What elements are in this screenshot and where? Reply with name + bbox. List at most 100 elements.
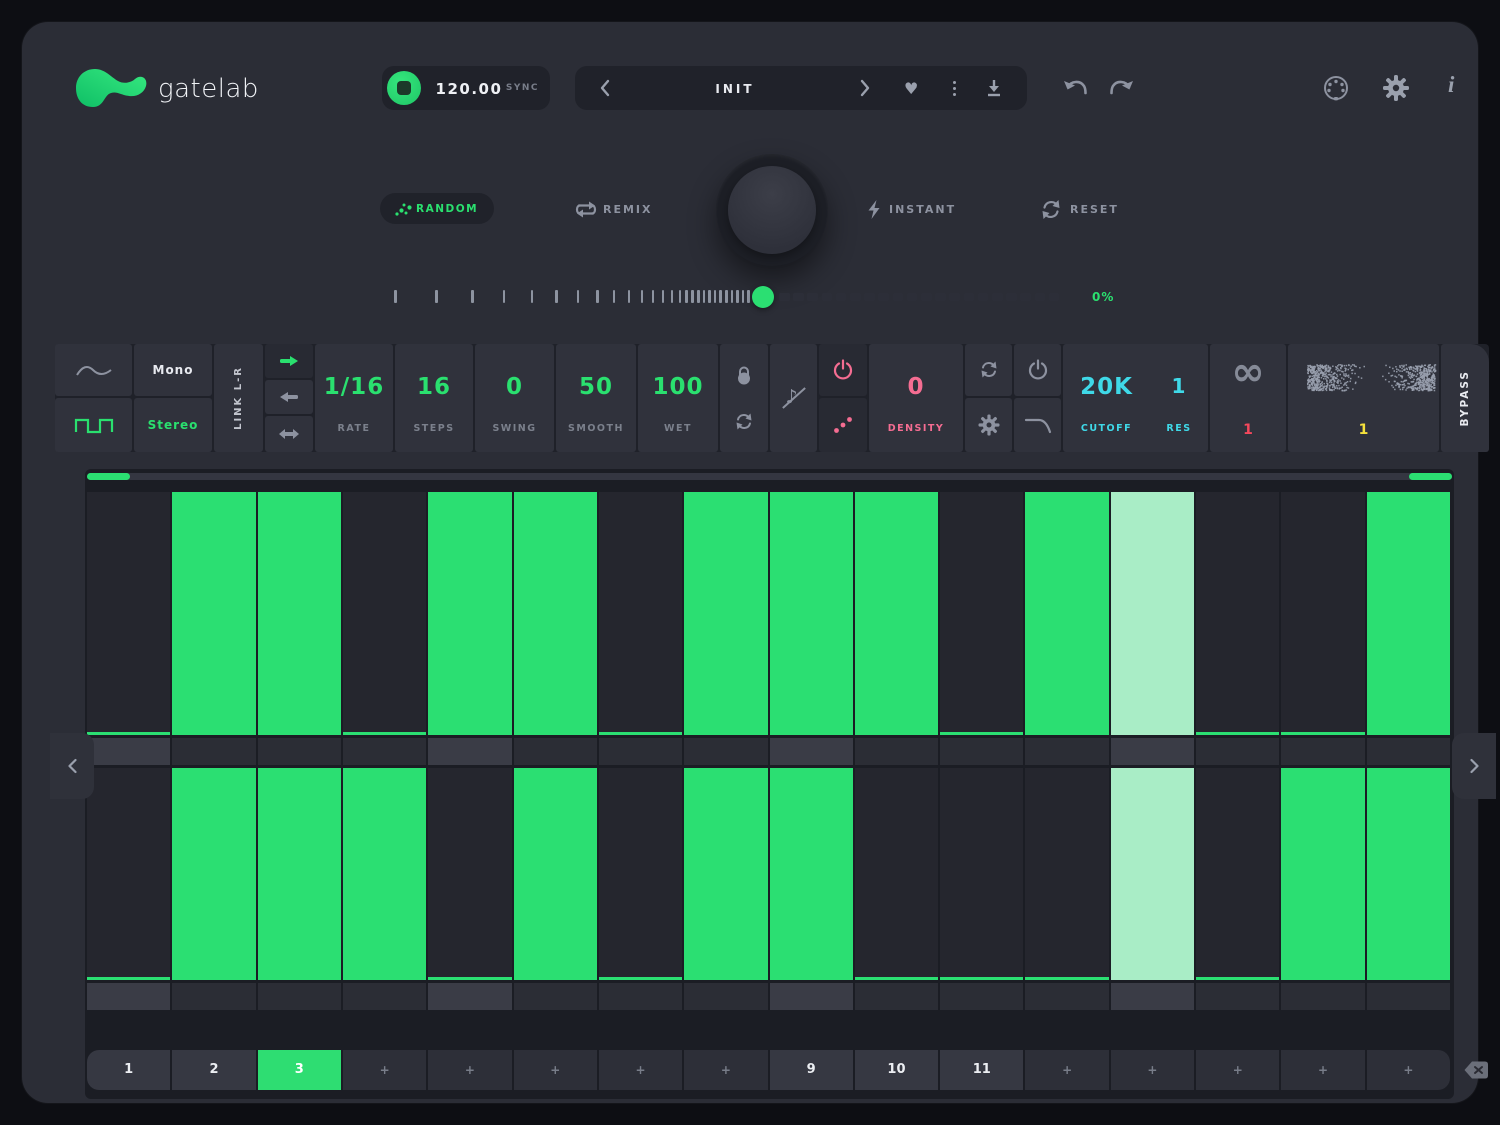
seq-step-bottom-12[interactable] [1025,768,1108,980]
pattern-slot-3[interactable]: 3 [258,1050,341,1090]
seq-step-top-14[interactable] [1196,492,1279,735]
pattern-slot-13[interactable]: + [1111,1050,1194,1090]
stereo-button[interactable]: Stereo [134,398,212,452]
seq-step-bottom-6[interactable] [514,768,597,980]
reset-button[interactable]: RESET [1070,203,1119,216]
pattern-slot-4[interactable]: + [343,1050,426,1090]
reseed-icon[interactable] [734,412,754,432]
cutoff-res-control[interactable]: 20K CUTOFF 1 RES [1063,344,1208,452]
seq-step-top-7[interactable] [599,492,682,735]
pattern-slot-12[interactable]: + [1025,1050,1108,1090]
instant-button[interactable]: INSTANT [889,203,956,216]
settings-gear-icon[interactable] [1382,74,1410,102]
swing-control[interactable]: 0 SWING [475,344,554,452]
seq-step-bottom-5[interactable] [428,768,511,980]
density-power-button[interactable] [819,344,867,396]
wave-sine-cell[interactable] [55,344,132,396]
seq-step-bottom-14[interactable] [1196,768,1279,980]
seq-step-top-13[interactable] [1111,492,1194,735]
midi-icon[interactable] [1322,74,1350,102]
preset-name[interactable]: INIT [665,82,805,96]
preset-menu-icon[interactable] [953,78,957,99]
pattern-slot-7[interactable]: + [599,1050,682,1090]
remix-icon[interactable] [573,201,599,218]
seq-step-bottom-13[interactable] [1111,768,1194,980]
seq-step-top-12[interactable] [1025,492,1108,735]
pattern-slot-15[interactable]: + [1281,1050,1364,1090]
seq-step-bottom-10[interactable] [855,768,938,980]
random-button[interactable]: RANDOM [380,193,494,224]
link-lr-button[interactable]: LINK L-R [214,344,263,452]
wave-square-cell[interactable] [55,398,132,452]
direction-pingpong-button[interactable] [265,416,313,452]
rate-control[interactable]: 1/16 RATE [315,344,393,452]
pattern-slot-10[interactable]: 10 [855,1050,938,1090]
favorite-icon[interactable]: ♥ [904,79,918,98]
save-download-icon[interactable] [985,78,1003,97]
seq-step-bottom-11[interactable] [940,768,1023,980]
seq-step-bottom-2[interactable] [172,768,255,980]
seq-step-top-9[interactable] [770,492,853,735]
steps-control[interactable]: 16 STEPS [395,344,473,452]
info-icon[interactable]: i [1448,72,1454,98]
range-end-handle[interactable] [1409,473,1452,480]
pattern-slot-5[interactable]: + [428,1050,511,1090]
seq-step-bottom-4[interactable] [343,768,426,980]
scroll-right-tab[interactable] [1452,733,1496,799]
mono-button[interactable]: Mono [134,344,212,396]
smooth-control[interactable]: 50 SMOOTH [556,344,636,452]
seq-step-bottom-7[interactable] [599,768,682,980]
direction-forward-button[interactable] [265,344,313,378]
seq-step-bottom-3[interactable] [258,768,341,980]
seq-step-top-8[interactable] [684,492,767,735]
pattern-slot-16[interactable]: + [1367,1050,1450,1090]
seq-step-bottom-1[interactable] [87,768,170,980]
filter-cycle-button[interactable] [965,344,1012,396]
scroll-left-tab[interactable] [50,733,94,799]
density-dots-button[interactable] [819,398,867,452]
note-mute-cell[interactable]: ♪ [770,344,817,452]
pattern-slot-14[interactable]: + [1196,1050,1279,1090]
range-start-handle[interactable] [87,473,130,480]
seq-step-top-16[interactable] [1367,492,1450,735]
infinity-cell[interactable]: ∞ 1 [1210,344,1286,452]
stop-button[interactable] [387,71,421,105]
seq-step-top-5[interactable] [428,492,511,735]
wet-control[interactable]: 100 WET [638,344,718,452]
preset-next-icon[interactable] [859,79,871,97]
seq-step-bottom-15[interactable] [1281,768,1364,980]
sync-toggle[interactable]: SYNC [506,83,539,93]
seq-step-top-1[interactable] [87,492,170,735]
pattern-slot-2[interactable]: 2 [172,1050,255,1090]
main-knob[interactable] [716,154,828,266]
pattern-slot-1[interactable]: 1 [87,1050,170,1090]
filter-settings-button[interactable] [965,398,1012,452]
instant-lightning-icon[interactable] [867,200,881,219]
seq-step-top-15[interactable] [1281,492,1364,735]
clear-pattern-backspace-icon[interactable] [1463,1060,1489,1080]
lock-icon[interactable] [735,364,753,386]
noise-cell[interactable]: 1 [1288,344,1439,452]
filter-type-button[interactable] [1014,398,1061,452]
seq-step-bottom-8[interactable] [684,768,767,980]
bpm-display[interactable]: 120.00 [430,80,508,98]
reset-icon[interactable] [1040,199,1062,220]
seq-step-top-11[interactable] [940,492,1023,735]
seq-step-bottom-9[interactable] [770,768,853,980]
remix-button[interactable]: REMIX [603,203,653,216]
pattern-slot-8[interactable]: + [684,1050,767,1090]
seq-step-top-4[interactable] [343,492,426,735]
pattern-slot-6[interactable]: + [514,1050,597,1090]
pattern-slot-11[interactable]: 11 [940,1050,1023,1090]
undo-icon[interactable] [1063,78,1087,96]
filter-power-button[interactable] [1014,344,1061,396]
bypass-button[interactable]: BYPASS [1441,344,1489,452]
seq-step-top-10[interactable] [855,492,938,735]
seq-step-top-2[interactable] [172,492,255,735]
pattern-slot-9[interactable]: 9 [770,1050,853,1090]
seq-step-top-6[interactable] [514,492,597,735]
slider-knob[interactable] [752,286,774,308]
lock-refresh-cell[interactable] [720,344,768,452]
seq-step-top-3[interactable] [258,492,341,735]
density-control[interactable]: 0 DENSITY [869,344,963,452]
